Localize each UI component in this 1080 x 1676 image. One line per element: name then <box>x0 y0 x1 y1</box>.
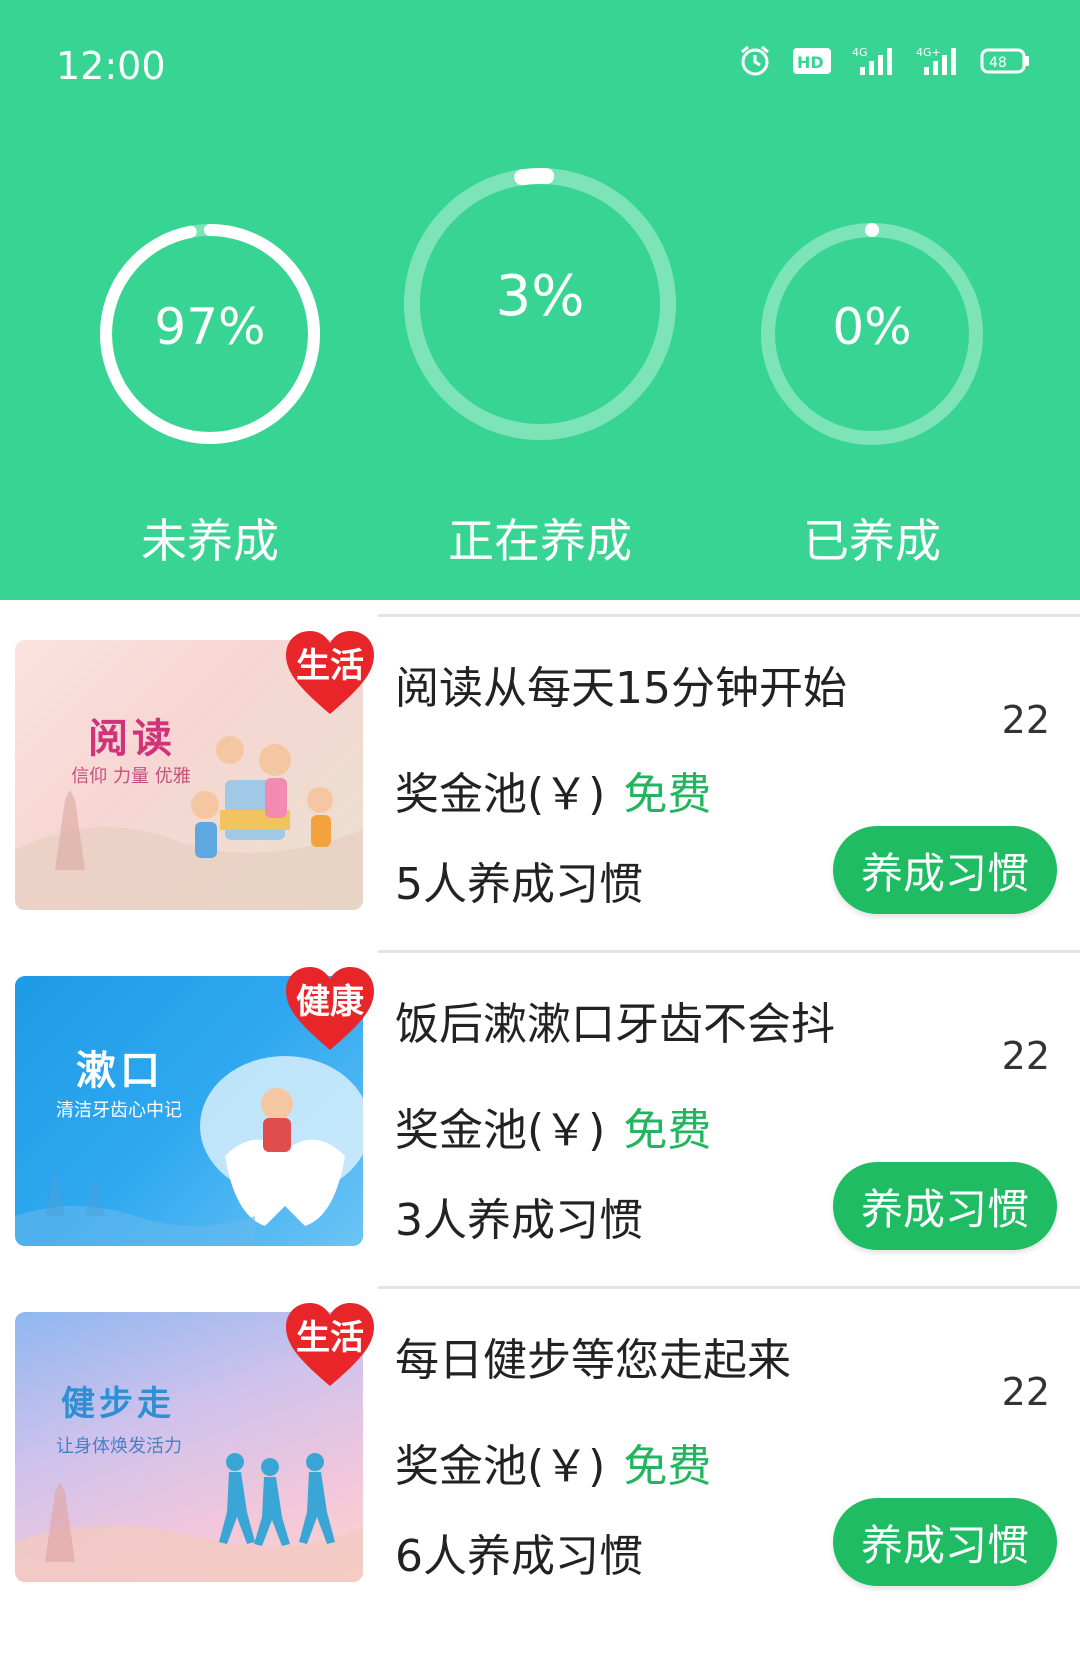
list-item[interactable]: 漱口 清洁牙齿心中记 健康 饭后漱漱口牙齿不会抖 22 奖金池(￥) 免费 3人养… <box>0 936 1080 1272</box>
habit-title: 每日健步等您走起来 <box>395 1335 791 1386</box>
prize-pool: 奖金池(￥) 免费 <box>395 1441 712 1492</box>
pool-value: 免费 <box>623 1441 712 1492</box>
habit-count: 22 <box>1001 698 1050 742</box>
stat-label: 未养成 <box>141 514 279 568</box>
stat-label: 已养成 <box>803 514 941 568</box>
habit-title: 饭后漱漱口牙齿不会抖 <box>395 999 835 1050</box>
image-title: 阅读 <box>88 716 176 762</box>
stat-percent: 3% <box>495 264 585 329</box>
image-subtitle: 让身体焕发活力 <box>56 1436 182 1457</box>
pool-value: 免费 <box>623 769 712 820</box>
hd-icon: HD <box>793 48 831 74</box>
prize-pool: 奖金池(￥) 免费 <box>395 1105 712 1156</box>
habit-title: 阅读从每天15分钟开始 <box>395 663 847 714</box>
battery-icon: 48 <box>980 48 1029 74</box>
svg-text:4G+: 4G+ <box>916 46 941 59</box>
status-time: 12:00 <box>56 44 166 88</box>
stat-ring-not-formed: 97% <box>98 222 322 446</box>
form-habit-button[interactable]: 养成习惯 <box>833 826 1057 914</box>
category-badge: 生活 <box>282 1300 378 1390</box>
form-habit-button[interactable]: 养成习惯 <box>833 1162 1057 1250</box>
alarm-icon <box>741 45 769 76</box>
signal-4g-plus-icon: 4G+ <box>916 46 956 75</box>
image-title: 健步走 <box>61 1384 175 1424</box>
svg-text:48: 48 <box>989 55 1007 71</box>
people-count: 6人养成习惯 <box>395 1531 643 1582</box>
image-subtitle: 信仰 力量 优雅 <box>71 766 191 787</box>
form-habit-button[interactable]: 养成习惯 <box>833 1498 1057 1586</box>
signal-4g-icon: 4G <box>852 46 892 75</box>
svg-text:HD: HD <box>797 53 824 72</box>
list-item[interactable]: 阅读 信仰 力量 优雅 生活 阅读从每天15分钟开始 22 奖金池(￥) 免费 5… <box>0 600 1080 936</box>
divider <box>378 614 1080 617</box>
stat-percent: 97% <box>154 298 266 356</box>
svg-text:4G: 4G <box>852 46 868 59</box>
status-icons: HD 4G 4G+ 48 <box>738 44 1030 78</box>
category-badge: 健康 <box>282 964 378 1054</box>
stat-percent: 0% <box>832 298 912 356</box>
image-subtitle: 清洁牙齿心中记 <box>56 1100 182 1121</box>
list-item[interactable]: 健步走 让身体焕发活力 生活 每日健步等您走起来 22 奖金池(￥) 免费 6人养… <box>0 1272 1080 1608</box>
pool-value: 免费 <box>623 1105 712 1156</box>
stat-ring-formed: 0% <box>758 220 986 448</box>
habit-count: 22 <box>1001 1034 1050 1078</box>
status-bar: 12:00 HD 4G 4G+ 48 <box>0 0 1080 140</box>
stat-ring-forming: 3% <box>400 164 680 444</box>
category-badge: 生活 <box>282 628 378 718</box>
stat-label: 正在养成 <box>448 514 632 568</box>
people-count: 5人养成习惯 <box>395 859 643 910</box>
habit-count: 22 <box>1001 1370 1050 1414</box>
image-title: 漱口 <box>76 1048 164 1094</box>
stats-header: 12:00 HD 4G 4G+ 48 97% 未养成 3% 正在养成 0% 已养… <box>0 0 1080 600</box>
divider <box>378 950 1080 953</box>
people-count: 3人养成习惯 <box>395 1195 643 1246</box>
prize-pool: 奖金池(￥) 免费 <box>395 769 712 820</box>
divider <box>378 1286 1080 1289</box>
